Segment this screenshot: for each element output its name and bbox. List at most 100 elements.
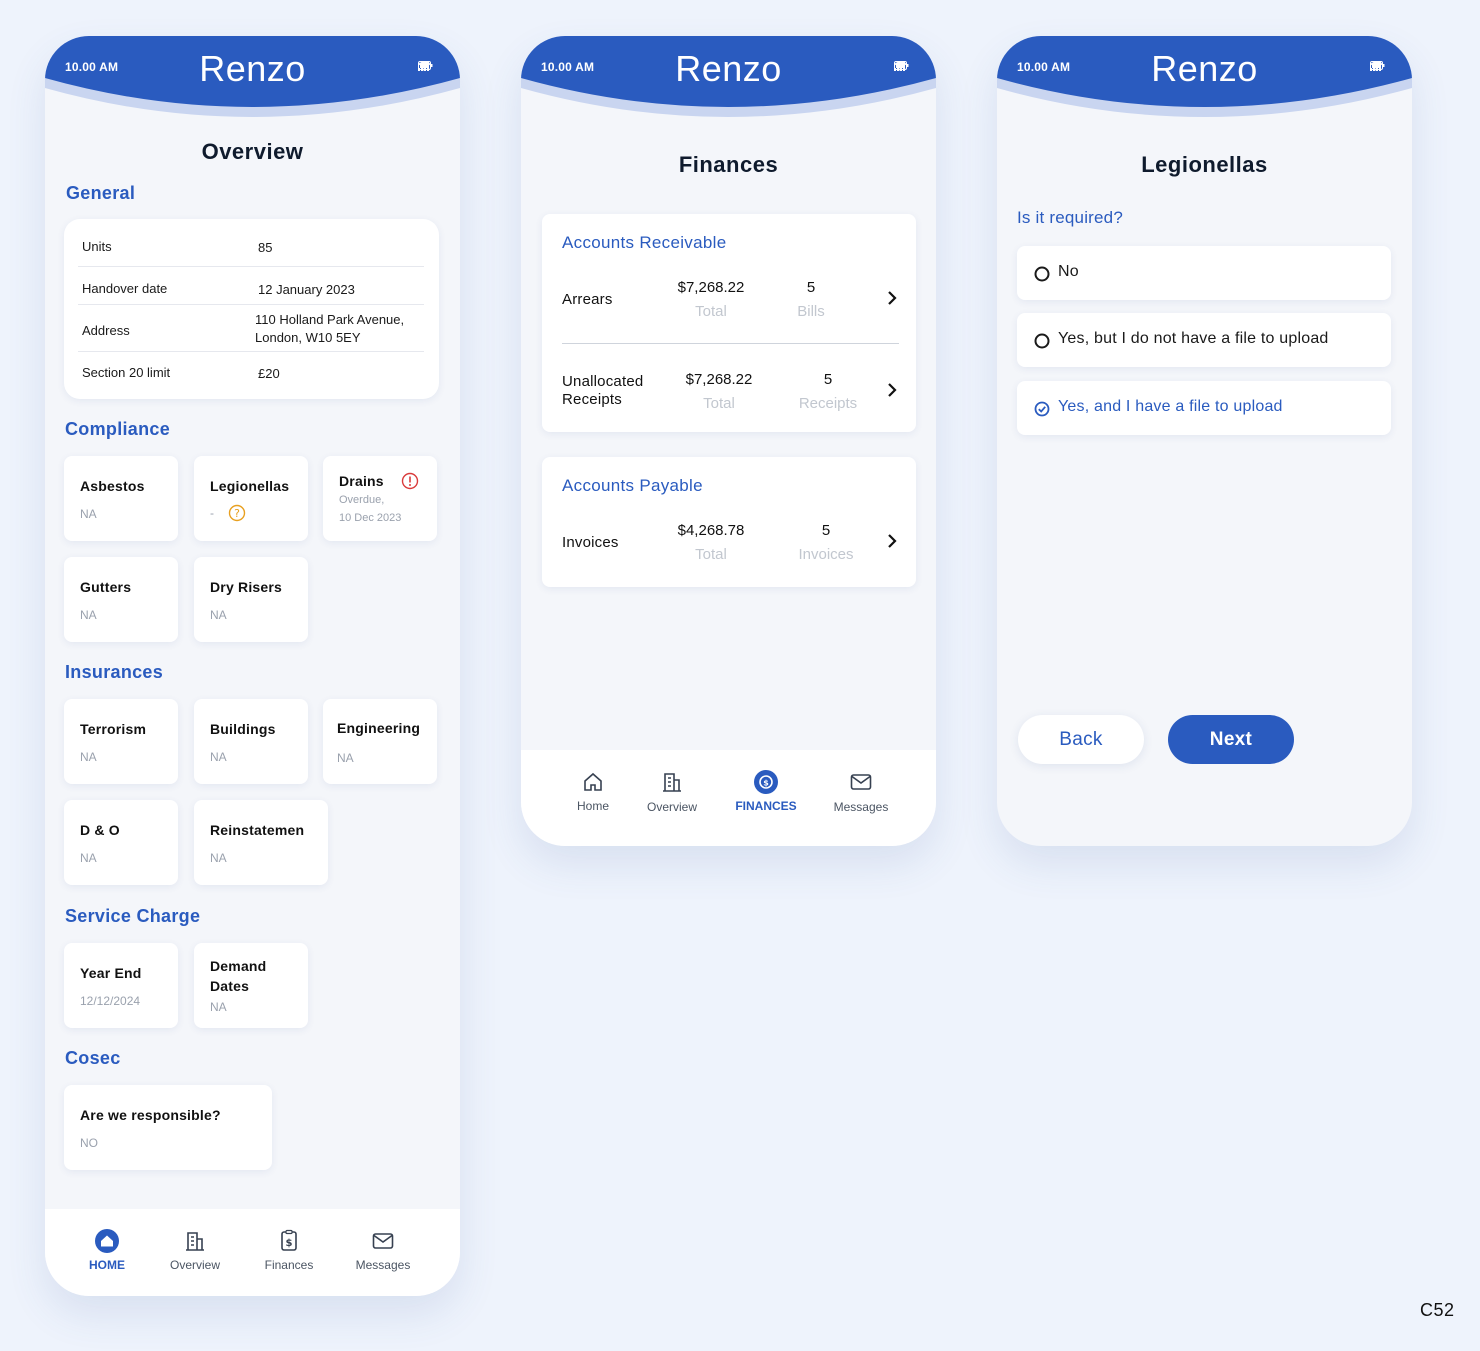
invoice-icon: $ — [259, 1229, 319, 1255]
bottom-nav: HOME Overview $ Finances Messages — [45, 1209, 460, 1296]
tile-title: Gutters — [80, 579, 132, 595]
tile-demand-dates[interactable]: Demand Dates NA — [194, 943, 308, 1028]
tile-reinstatement[interactable]: Reinstatemen NA — [194, 800, 328, 885]
row-label: Invoices — [562, 534, 619, 551]
row-key: Address — [82, 323, 130, 338]
option-no[interactable]: No — [1017, 246, 1391, 300]
chevron-right-icon[interactable] — [886, 290, 898, 311]
svg-text:$: $ — [763, 779, 769, 788]
chevron-right-icon[interactable] — [886, 533, 898, 554]
nav-overview[interactable]: Overview — [165, 1229, 225, 1272]
option-yes-with-file[interactable]: Yes, and I have a file to upload — [1017, 381, 1391, 435]
nav-home[interactable]: Home — [565, 770, 621, 813]
tile-drains[interactable]: Drains Overdue, 10 Dec 2023 — [323, 456, 437, 541]
radio-checked-icon[interactable] — [1034, 401, 1050, 422]
tile-responsible[interactable]: Are we responsible? NO — [64, 1085, 272, 1170]
nav-home[interactable]: HOME — [85, 1228, 129, 1272]
tile-terrorism[interactable]: Terrorism NA — [64, 699, 178, 784]
amount-value: $4,268.78 — [677, 522, 745, 539]
radio-unchecked-icon[interactable] — [1034, 333, 1050, 354]
mail-icon — [353, 1229, 413, 1255]
tile-buildings[interactable]: Buildings NA — [194, 699, 308, 784]
home-icon — [85, 1228, 129, 1254]
tile-status: Overdue, — [339, 494, 385, 506]
row-label: Arrears — [562, 291, 613, 308]
option-yes-no-file[interactable]: Yes, but I do not have a file to upload — [1017, 313, 1391, 367]
count-value: 5 — [821, 522, 831, 539]
tile-title: Buildings — [210, 721, 276, 737]
nav-messages[interactable]: Messages — [353, 1229, 413, 1272]
option-label: Yes, and I have a file to upload — [1058, 398, 1283, 415]
row-value: £20 — [258, 366, 280, 381]
next-button[interactable]: Next — [1168, 715, 1294, 764]
nav-label: HOME — [89, 1258, 125, 1272]
section-insurances: Insurances — [65, 662, 164, 682]
accounts-payable-card: Accounts Payable Invoices $4,268.78 Tota… — [542, 457, 916, 587]
row-value: 110 Holland Park Avenue, London, W10 5EY — [255, 311, 404, 347]
alert-icon — [401, 472, 419, 495]
section-compliance: Compliance — [65, 419, 171, 439]
screen-code: C52 — [1420, 1300, 1455, 1320]
row-key: Handover date — [82, 281, 168, 296]
nav-label: Overview — [169, 1258, 220, 1272]
address-line-1: 110 Holland Park Avenue, — [255, 312, 405, 327]
amount-label: Total — [695, 546, 727, 563]
tile-status: NA — [210, 608, 227, 622]
home-icon — [565, 770, 621, 796]
option-label: Yes, but I do not have a file to upload — [1058, 330, 1329, 347]
tile-title: Dry Risers — [210, 579, 283, 595]
tile-title: Year End — [80, 965, 142, 981]
nav-label: Messages — [833, 800, 889, 814]
brand-logo: Renzo — [199, 48, 306, 89]
tile-asbestos[interactable]: Asbestos NA — [64, 456, 178, 541]
tile-title: Legionellas — [210, 478, 290, 494]
nav-messages[interactable]: Messages — [831, 770, 891, 814]
tile-status: NA — [210, 750, 227, 764]
tile-title: D & O — [80, 822, 120, 838]
row-label-line-2: Receipts — [562, 391, 622, 408]
radio-unchecked-icon[interactable] — [1034, 266, 1050, 287]
finance-icon: $ — [729, 769, 803, 795]
nav-finances[interactable]: $ Finances — [259, 1229, 319, 1272]
section-general: General — [66, 183, 136, 203]
chevron-right-icon[interactable] — [886, 382, 898, 403]
nav-overview[interactable]: Overview — [642, 770, 702, 814]
count-label: Invoices — [798, 546, 854, 563]
building-icon — [165, 1229, 225, 1255]
row-key: Section 20 limit — [82, 365, 171, 380]
tile-d-and-o[interactable]: D & O NA — [64, 800, 178, 885]
row-value: 85 — [258, 240, 273, 255]
amount-label: Total — [703, 395, 735, 412]
brand-logo: Renzo — [675, 48, 782, 89]
tile-legionellas[interactable]: Legionellas - ? — [194, 456, 308, 541]
nav-label: FINANCES — [735, 799, 797, 813]
app-header: 10.00 AM Renzo — [45, 36, 460, 126]
bottom-nav: Home Overview $ FINANCES Messages — [521, 750, 936, 846]
tile-status: NA — [80, 608, 97, 622]
tile-gutters[interactable]: Gutters NA — [64, 557, 178, 642]
app-header: 10.00 AM Renzo — [997, 36, 1412, 126]
divider — [562, 343, 899, 344]
row-value: 12 January 2023 — [258, 282, 355, 297]
tile-status: NA — [80, 750, 97, 764]
count-label: Receipts — [798, 395, 858, 412]
tile-status: NA — [210, 1000, 227, 1014]
app-header: 10.00 AM Renzo — [521, 36, 936, 126]
back-button[interactable]: Back — [1018, 715, 1144, 764]
row-key: Units — [82, 239, 112, 254]
tile-title: Demand — [210, 958, 267, 974]
tile-title: Engineering — [337, 720, 421, 736]
section-service-charge: Service Charge — [65, 906, 201, 926]
tile-year-end[interactable]: Year End 12/12/2024 — [64, 943, 178, 1028]
nav-finances[interactable]: $ FINANCES — [729, 769, 803, 813]
tile-status: NA — [210, 851, 227, 865]
nav-label: Messages — [355, 1258, 411, 1272]
tile-engineering[interactable]: Engineering NA — [323, 699, 437, 784]
page-title: Legionellas — [1141, 152, 1268, 177]
tile-date: 12/12/2024 — [80, 994, 141, 1008]
page-title: Overview — [201, 139, 304, 164]
tile-dry-risers[interactable]: Dry Risers NA — [194, 557, 308, 642]
tile-status: - — [210, 506, 214, 520]
nav-label: Finances — [264, 1258, 314, 1272]
general-card: Units 85 Handover date 12 January 2023 A… — [64, 219, 439, 399]
